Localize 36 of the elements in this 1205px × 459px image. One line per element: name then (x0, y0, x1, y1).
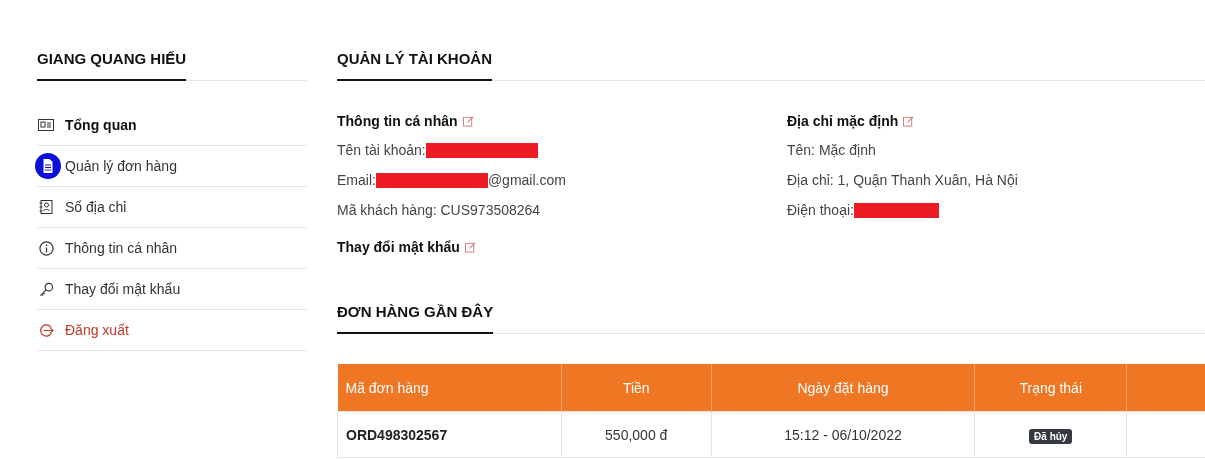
info-text: Tên tài khoản: (337, 142, 426, 158)
info-text: Mã khách hàng: CUS973508264 (337, 202, 541, 218)
info-icon (38, 240, 54, 256)
section-title: ĐƠN HÀNG GẦN ĐÂY (337, 301, 494, 334)
user-name: GIANG QUANG HIẾU (37, 48, 187, 81)
contact-book-icon (39, 200, 53, 214)
info-text: Tên: Mặc định (787, 142, 876, 158)
section-heading: Thay đổi mật khẩu (337, 239, 460, 255)
info-text: Điện thoại: (787, 202, 854, 218)
sidebar-item[interactable]: Tổng quan (37, 105, 307, 146)
status-badge: Đã hủy (1029, 428, 1073, 444)
table-cell: 550,000 đ (561, 411, 712, 458)
sidebar-item[interactable]: Quản lý đơn hàng (37, 146, 307, 187)
key-icon (38, 281, 54, 297)
column-header: Trạng thái (974, 364, 1127, 412)
id-card-icon (38, 119, 54, 131)
edit-icon[interactable] (462, 115, 474, 127)
info-text: @gmail.com (487, 172, 566, 188)
info-text: Email: (337, 172, 376, 188)
sidebar-item[interactable]: Thay đổi mật khẩu (37, 269, 307, 310)
section-heading: Địa chỉ mặc định (787, 113, 899, 129)
section-title: QUẢN LÝ TÀI KHOẢN (337, 48, 492, 81)
edit-icon[interactable] (903, 115, 915, 127)
column-header: Mã đơn hàng (337, 364, 562, 412)
edit-icon[interactable] (464, 241, 476, 253)
section-heading: Thông tin cá nhân (337, 113, 458, 129)
table-cell: ORD498302567 (337, 411, 562, 458)
sidebar-item[interactable]: Đăng xuất (37, 310, 307, 351)
logout-icon (38, 322, 54, 338)
info-text: Địa chỉ: 1, Quận Thanh Xuân, Hà Nội (787, 172, 1018, 188)
column-header: Tiền (561, 364, 712, 412)
sidebar-item[interactable]: Sổ địa chỉ (37, 187, 307, 228)
sidebar-item[interactable]: Thông tin cá nhân (37, 228, 307, 269)
column-header: Ngày đặt hàng (711, 364, 975, 412)
document-icon (35, 153, 61, 179)
table-cell: 15:12 - 06/10/2022 (711, 411, 975, 458)
